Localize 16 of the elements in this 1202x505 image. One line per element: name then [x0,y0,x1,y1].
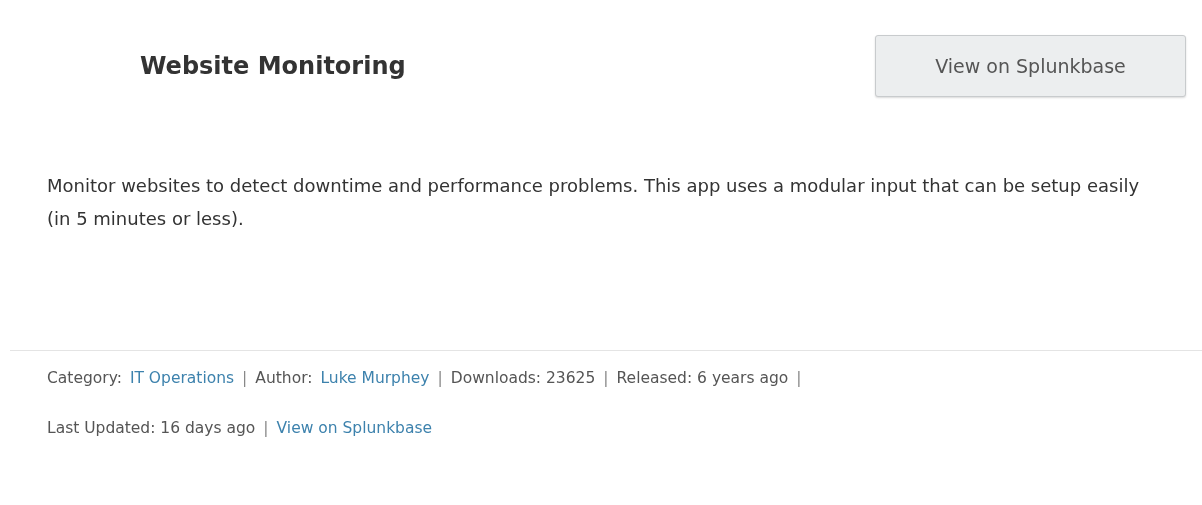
meta-text: Released: 6 years ago [616,369,789,387]
separator: | [603,369,609,387]
meta-text: Category: [47,369,122,387]
separator: | [796,369,802,387]
meta-text: Downloads: 23625 [450,369,596,387]
separator: | [437,369,443,387]
app-title: Website Monitoring [140,51,406,80]
separator: | [263,419,269,437]
meta-link[interactable]: Luke Murphey [320,369,430,387]
meta-text: Author: [255,369,313,387]
meta-text: Last Updated: 16 days ago [47,419,256,437]
meta-link[interactable]: IT Operations [129,369,235,387]
view-on-splunkbase-button[interactable]: View on Splunkbase [875,34,1186,97]
meta-link[interactable]: View on Splunkbase [276,419,433,437]
separator: | [242,369,248,387]
app-description: Monitor websites to detect downtime and performance problems. This app uses a modular input that can be setup easily (in 5 minutes or less). [47,174,1141,231]
